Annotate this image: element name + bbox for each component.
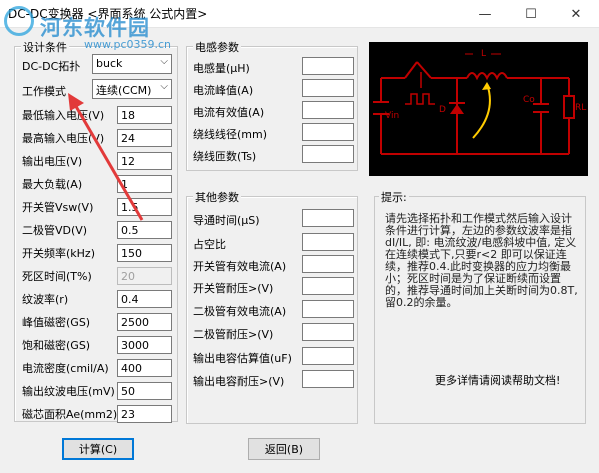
on-time-field[interactable] xyxy=(302,209,354,227)
peak-flux-field[interactable]: 2500 xyxy=(117,313,172,331)
other-row-label: 导通时间(μS) xyxy=(193,214,260,227)
design-row-label: 输出纹波电压(mV) xyxy=(22,385,115,398)
watermark-logo-icon xyxy=(4,6,34,36)
diode-rms-current-field[interactable] xyxy=(302,300,354,318)
inductor-row-label: 绕线线径(mm) xyxy=(193,128,268,141)
diode-voltage-rating-field[interactable] xyxy=(302,323,354,341)
switch-frequency-field[interactable]: 150 xyxy=(117,244,172,262)
wire-diameter-field[interactable] xyxy=(302,123,354,141)
design-row-label: 饱和磁密(GS) xyxy=(22,339,91,352)
load-RL-label: RL xyxy=(575,103,586,113)
rms-current-field[interactable] xyxy=(302,101,354,119)
inductor-row-label: 电流有效值(A) xyxy=(193,106,265,119)
inductor-params-legend: 电感参数 xyxy=(193,39,241,55)
duty-cycle-field[interactable] xyxy=(302,233,354,251)
inductor-row-label: 电流峰值(A) xyxy=(193,84,254,97)
output-cap-voltage-field[interactable] xyxy=(302,370,354,388)
help-hint: 更多详情请阅读帮助文档! xyxy=(435,374,561,387)
cap-Co-label: Co xyxy=(523,95,535,105)
schematic-drawing: Vin L D Co RL xyxy=(373,49,586,155)
peak-current-field[interactable] xyxy=(302,79,354,97)
annotation-arrow xyxy=(68,93,144,221)
close-button[interactable]: ✕ xyxy=(553,0,599,28)
output-ripple-field[interactable]: 50 xyxy=(117,382,172,400)
core-area-field[interactable]: 23 xyxy=(117,405,172,423)
design-row-label: 电流密度(cmil/A) xyxy=(22,362,109,375)
design-row-label: 死区时间(T%) xyxy=(22,270,92,283)
other-row-label: 二极管耐压>(V) xyxy=(193,328,274,341)
inductor-row-label: 电感量(μH) xyxy=(193,62,250,75)
minimize-button[interactable]: — xyxy=(462,0,508,28)
other-row-label: 输出电容估算值(uF) xyxy=(193,352,292,365)
dead-time-field[interactable]: 20 xyxy=(117,267,172,285)
other-row-label: 占空比 xyxy=(193,238,226,251)
design-row-label: 磁芯面积Ae(mm2) xyxy=(22,408,118,421)
current-density-field[interactable]: 400 xyxy=(117,359,172,377)
other-row-label: 输出电容耐压>(V) xyxy=(193,375,285,388)
ripple-ratio-field[interactable]: 0.4 xyxy=(117,290,172,308)
other-row-label: 开关管有效电流(A) xyxy=(193,260,287,273)
watermark-url: www.pc0359.cn xyxy=(84,38,172,51)
topology-label: DC-DC拓扑 xyxy=(22,60,81,73)
topology-value: buck xyxy=(96,57,123,70)
saturation-flux-field[interactable]: 3000 xyxy=(117,336,172,354)
other-params-legend: 其他参数 xyxy=(193,189,241,205)
inductor-row-label: 绕线匝数(Ts) xyxy=(193,150,257,163)
inductance-field[interactable] xyxy=(302,57,354,75)
other-row-label: 开关管耐压>(V) xyxy=(193,282,274,295)
topology-select[interactable]: buck ⌵ xyxy=(92,54,172,74)
switch-voltage-rating-field[interactable] xyxy=(302,277,354,295)
design-row-label: 峰值磁密(GS) xyxy=(22,316,91,329)
turns-field[interactable] xyxy=(302,145,354,163)
back-button[interactable]: 返回(B) xyxy=(248,438,320,460)
calculate-button[interactable]: 计算(C) xyxy=(62,438,134,460)
output-cap-estimate-field[interactable] xyxy=(302,347,354,365)
vin-label: Vin xyxy=(385,111,399,121)
chevron-down-icon: ⌵ xyxy=(160,56,168,67)
diode-D-label: D xyxy=(439,105,446,115)
design-row-label: 纹波率(r) xyxy=(22,293,69,306)
maximize-button[interactable]: ☐ xyxy=(508,0,554,28)
other-row-label: 二极管有效电流(A) xyxy=(193,305,287,318)
tips-panel: 提示: 请先选择拓扑和工作模式然后输入设计条件进行计算，左边的参数纹波率是指 d… xyxy=(374,189,586,424)
switch-rms-current-field[interactable] xyxy=(302,255,354,273)
tips-text: 请先选择拓扑和工作模式然后输入设计条件进行计算，左边的参数纹波率是指 dI/IL… xyxy=(385,212,578,309)
tips-legend: 提示: xyxy=(379,189,409,205)
chevron-down-icon: ⌵ xyxy=(160,81,168,92)
design-row-label: 开关频率(kHz) xyxy=(22,247,95,260)
inductor-L-label: L xyxy=(481,49,486,59)
buck-schematic: Vin L D Co RL xyxy=(369,42,588,176)
